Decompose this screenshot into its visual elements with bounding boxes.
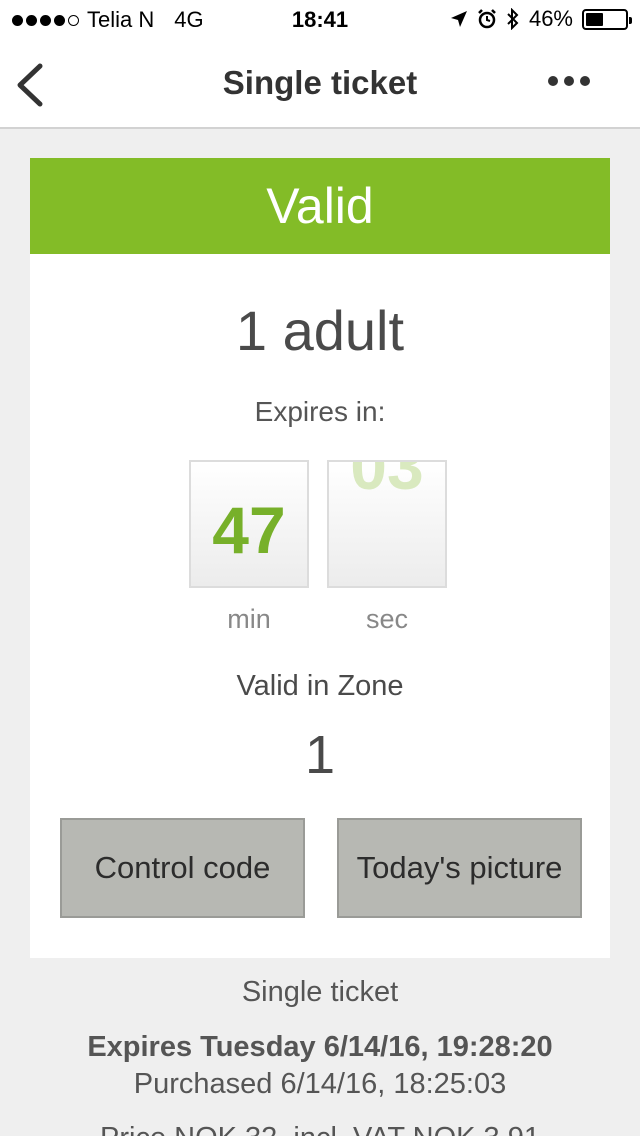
expiry-datetime: Expires Tuesday 6/14/16, 19:28:20 <box>87 1031 553 1063</box>
seconds-value: 03 <box>350 460 424 503</box>
ticket-status-banner: Valid <box>30 158 610 254</box>
alarm-icon <box>478 9 496 29</box>
minutes-unit-label: min <box>227 604 271 634</box>
battery-icon <box>582 8 632 30</box>
purchase-datetime: Purchased 6/14/16, 18:25:03 <box>133 1068 507 1100</box>
battery-percent: 46% <box>528 6 573 31</box>
nav-bar: Single ticket <box>0 40 640 129</box>
more-dot <box>564 76 574 86</box>
page-title: Single ticket <box>222 64 418 101</box>
battery-tip <box>629 16 632 24</box>
seconds-unit-label: sec <box>365 604 409 634</box>
more-dot <box>580 76 590 86</box>
control-code-button[interactable]: Control code <box>60 818 305 918</box>
zone-value: 1 <box>304 725 336 785</box>
minutes-counter: 47 <box>189 460 309 588</box>
ticket-type-label: Single ticket <box>241 976 399 1008</box>
zone-label: Valid in Zone <box>236 670 404 702</box>
location-arrow-icon <box>450 11 467 27</box>
more-dot <box>548 76 558 86</box>
seconds-counter: 03 <box>327 460 447 588</box>
expires-in-label: Expires in: <box>254 396 386 427</box>
ticket-card: Valid 1 adult Expires in: 47 03 min sec … <box>30 158 610 958</box>
bluetooth-icon <box>507 8 519 30</box>
status-right: 46% <box>450 6 632 32</box>
battery-level <box>586 12 604 26</box>
status-bar: Telia N 4G 18:41 46% <box>0 0 640 40</box>
price-info: Price NOK 32, incl. VAT NOK 3.91 <box>0 1122 640 1136</box>
minutes-value: 47 <box>212 493 286 567</box>
todays-picture-button[interactable]: Today's picture <box>337 818 582 918</box>
passenger-count: 1 adult <box>235 299 405 362</box>
more-dots-icon[interactable] <box>548 76 590 86</box>
